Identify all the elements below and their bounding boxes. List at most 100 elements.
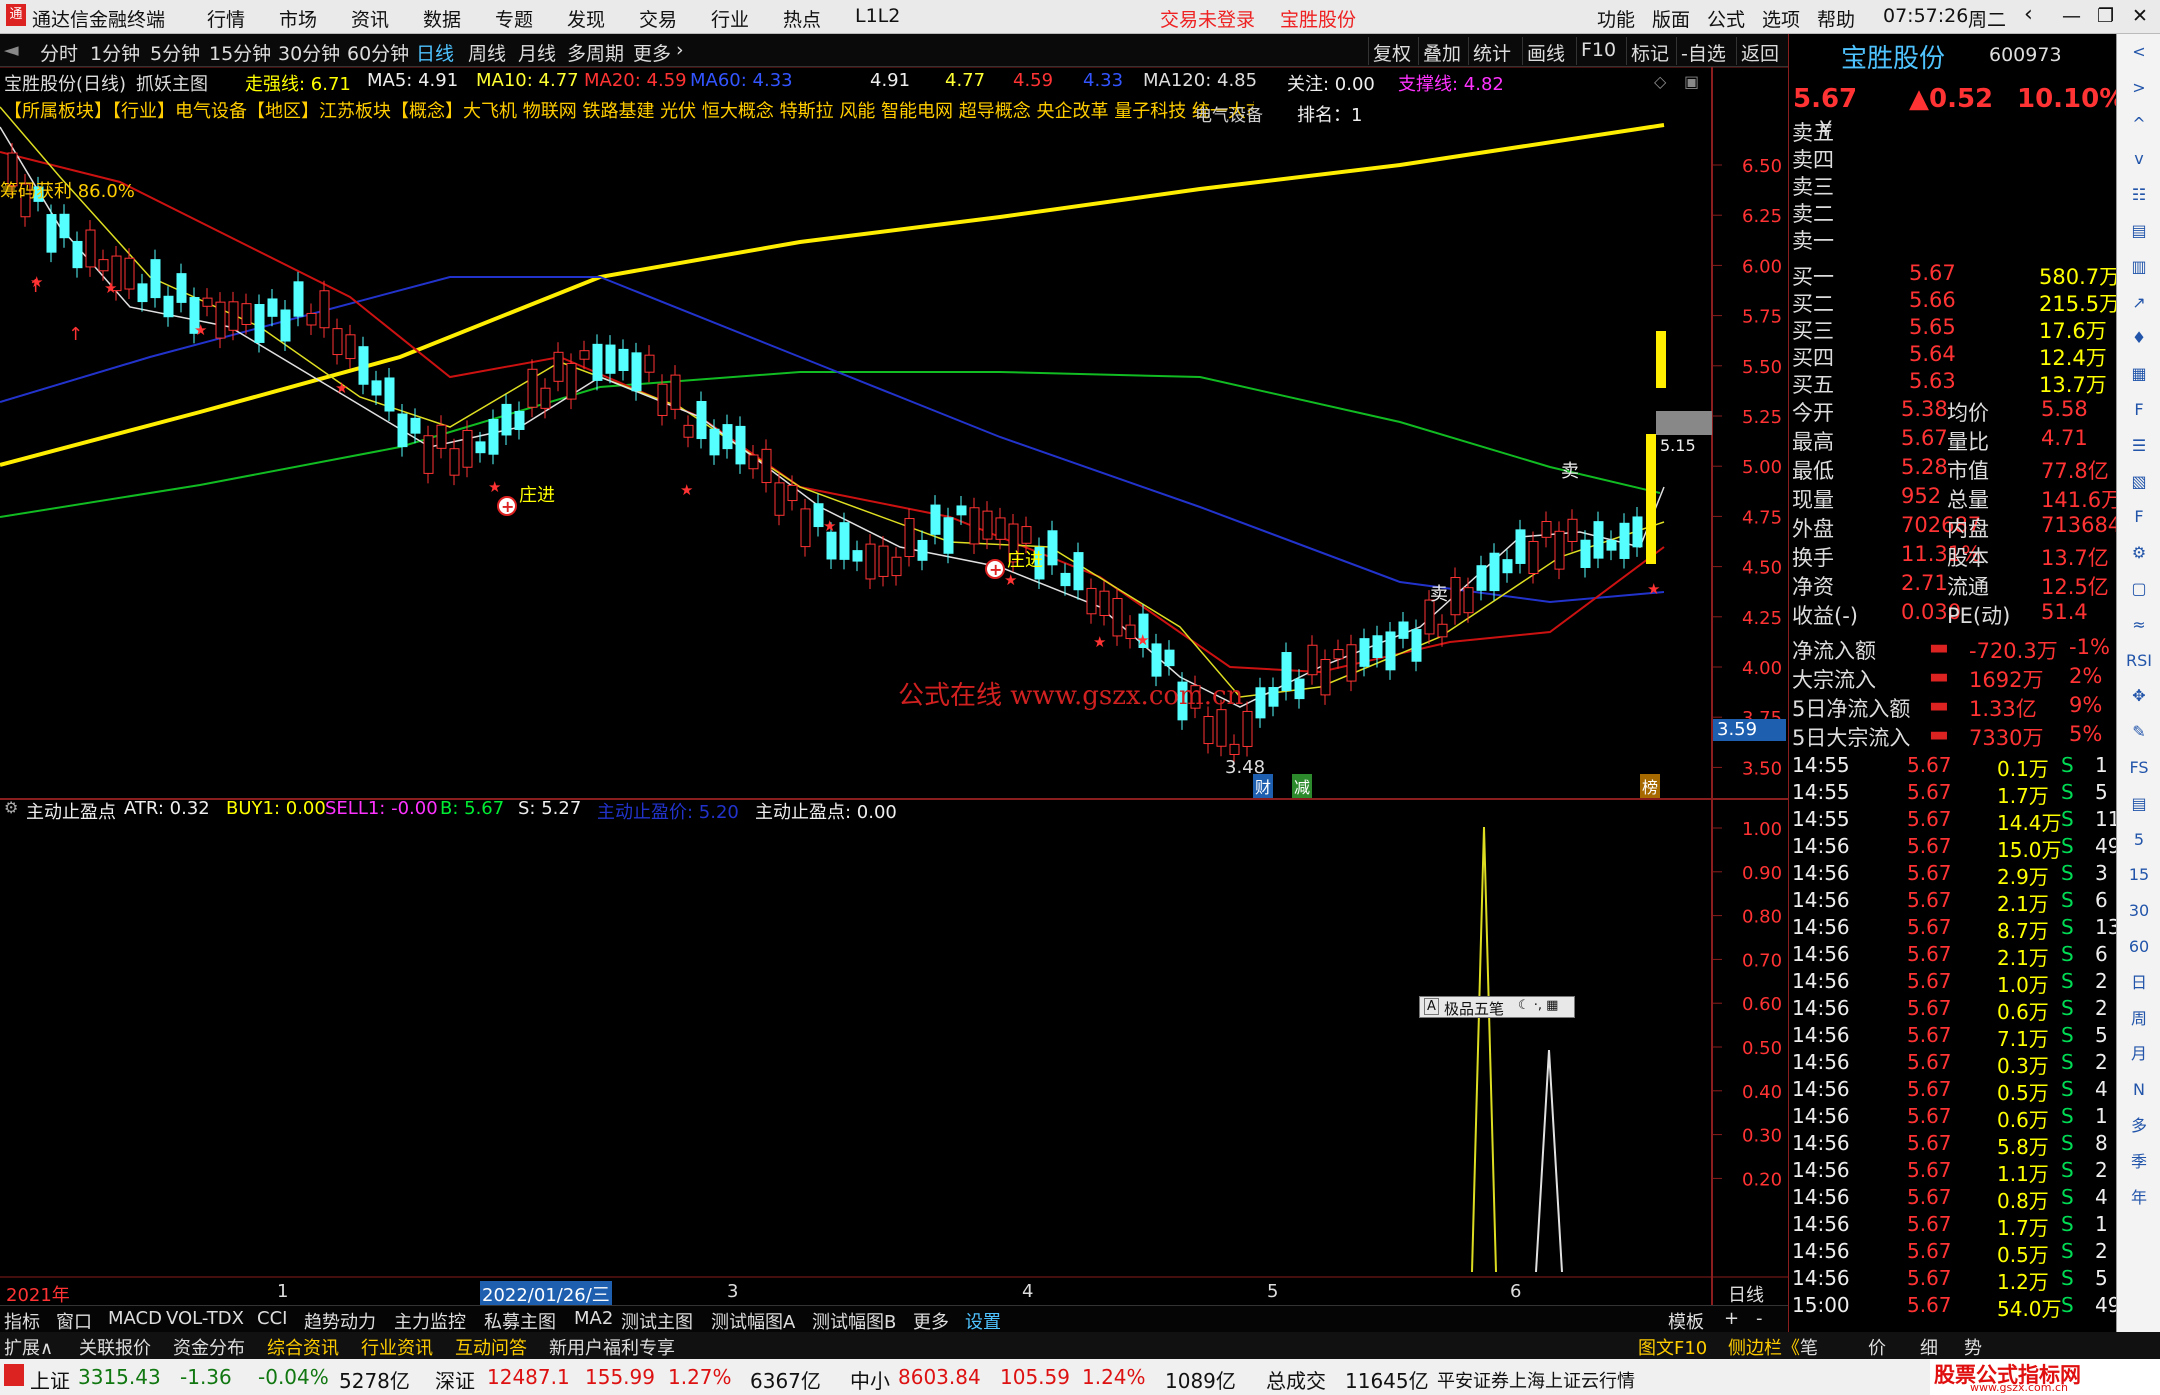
sidebar-icon[interactable]: 季 (2123, 1148, 2155, 1176)
candle-body[interactable] (462, 429, 473, 468)
candle-body[interactable] (1255, 687, 1266, 719)
candle-body[interactable] (254, 304, 265, 343)
sidebar-icon[interactable]: RSI (2123, 647, 2155, 675)
sidebar-icon[interactable]: F (2123, 503, 2155, 531)
candle-body[interactable] (163, 295, 174, 318)
period-5min[interactable]: 5分钟 (150, 39, 200, 66)
candle-body[interactable] (995, 517, 1006, 540)
candle-body[interactable] (527, 368, 538, 408)
buy-level[interactable]: 买三 5.65 17.6万 (1789, 314, 2117, 343)
candle-body[interactable] (1307, 644, 1318, 676)
indicator-tab[interactable]: 趋势动力 (304, 1308, 376, 1334)
buy-level[interactable]: 买二 5.66 215.5万 (1789, 287, 2120, 316)
candles[interactable] (7, 143, 1643, 765)
candle-body[interactable] (618, 348, 629, 372)
sidebar-icon[interactable]: ☷ (2123, 181, 2155, 209)
sidebar-icon[interactable]: ≈ (2123, 611, 2155, 639)
indicator-tab[interactable]: 设置 (965, 1308, 1001, 1334)
candle-body[interactable] (384, 377, 395, 412)
candle-body[interactable] (631, 352, 642, 392)
tick-row[interactable]: 14:55 5.67 14.4万 S 11 (1789, 806, 2120, 835)
candle-body[interactable] (397, 413, 408, 448)
candle-body[interactable] (1476, 565, 1487, 591)
candle-body[interactable] (735, 425, 746, 465)
candle-body[interactable] (59, 213, 70, 239)
candle-body[interactable] (709, 428, 720, 456)
tick-row[interactable]: 15:00 5.67 54.0万 S 49 (1789, 1292, 2120, 1321)
sidebar-icon[interactable]: ▥ (2123, 253, 2155, 281)
indicator-tab[interactable]: 主力监控 (394, 1308, 466, 1334)
sell-level[interactable]: 卖四 (1789, 143, 2117, 172)
indicator-tab[interactable]: VOL-TDX (166, 1308, 244, 1329)
period-more[interactable]: 更多 (633, 39, 671, 66)
candle-body[interactable] (371, 380, 382, 396)
candle-body[interactable] (176, 273, 187, 303)
candle-body[interactable] (930, 504, 941, 535)
back-icon[interactable]: ‹ (2024, 2, 2033, 27)
sidebar-icon[interactable]: 60 (2123, 933, 2155, 961)
candle-body[interactable] (1580, 539, 1591, 568)
candle-body[interactable] (1632, 516, 1643, 548)
ext-tab[interactable]: 互动问答 (455, 1334, 527, 1360)
candle-body[interactable] (98, 259, 109, 272)
tick-row[interactable]: 14:56 5.67 2.1万 S 6 (1789, 887, 2117, 916)
side-tab[interactable]: 图文F10 (1638, 1334, 1707, 1360)
sidebar-icon[interactable]: 月 (2123, 1040, 2155, 1068)
tick-row[interactable]: 14:56 5.67 0.6万 S 2 (1789, 995, 2117, 1024)
candle-body[interactable] (644, 354, 655, 373)
candle-body[interactable] (761, 448, 772, 484)
tick-row[interactable]: 14:56 5.67 0.8万 S 4 (1789, 1184, 2117, 1213)
menu-bangzhu[interactable]: 帮助 (1817, 5, 1855, 32)
candle-body[interactable] (592, 343, 603, 381)
candle-body[interactable] (514, 410, 525, 430)
candle-body[interactable] (956, 505, 967, 516)
tick-row[interactable]: 14:56 5.67 1.1万 S 2 (1789, 1157, 2117, 1186)
candle-body[interactable] (540, 387, 551, 409)
buy-level[interactable]: 买一 5.67 580.7万 (1789, 260, 2120, 289)
candle-body[interactable] (1203, 716, 1214, 745)
candle-body[interactable] (1125, 624, 1136, 640)
template-tab[interactable]: - (1756, 1308, 1763, 1329)
candle-body[interactable] (1099, 590, 1110, 617)
candle-body[interactable] (150, 259, 161, 299)
candle-body[interactable] (800, 508, 811, 548)
subchart-settings-icon[interactable]: ⚙ (4, 798, 18, 817)
candle-body[interactable] (423, 435, 434, 474)
candle-body[interactable] (813, 503, 824, 528)
candle-body[interactable] (1593, 521, 1604, 559)
reduce-marker[interactable]: 减 (1292, 774, 1313, 798)
sidebar-icon[interactable]: > (2123, 74, 2155, 102)
btn-zixuan[interactable]: -自选 (1676, 37, 1730, 65)
buy-level[interactable]: 买五 5.63 13.7万 (1789, 368, 2117, 397)
sell-level[interactable]: 卖三 (1789, 170, 2117, 199)
candle-body[interactable] (228, 301, 239, 331)
candle-body[interactable] (1463, 587, 1474, 614)
sidebar-icon[interactable]: 5 (2123, 826, 2155, 854)
ime-moon-icon[interactable]: ☾ ·, ▦ (1518, 998, 1558, 1013)
candle-body[interactable] (1359, 638, 1370, 667)
indicator-tab[interactable]: 测试主图 (621, 1308, 693, 1334)
indicator-tab[interactable]: MA2 (574, 1308, 613, 1329)
sidebar-icon[interactable]: ▢ (2123, 575, 2155, 603)
period-multi[interactable]: 多周期 (567, 39, 624, 66)
candle-body[interactable] (124, 257, 135, 290)
candle-body[interactable] (1502, 559, 1513, 574)
period-30min[interactable]: 30分钟 (278, 39, 340, 66)
tick-row[interactable]: 14:55 5.67 0.1万 S 1 (1789, 752, 2117, 781)
menu-shichang[interactable]: 市场 (279, 5, 317, 32)
indicator-tab[interactable]: 私募主图 (484, 1308, 556, 1334)
candle-body[interactable] (774, 482, 785, 516)
candle-body[interactable] (566, 362, 577, 400)
tick-row[interactable]: 14:56 5.67 0.5万 S 4 (1789, 1076, 2117, 1105)
indicator-tab[interactable]: 更多 (913, 1308, 949, 1334)
candle-body[interactable] (605, 344, 616, 374)
candle-body[interactable] (1112, 598, 1123, 637)
limit-up-candle-1[interactable] (1656, 331, 1666, 388)
billboard-marker[interactable]: 榜 (1640, 774, 1661, 798)
sidebar-icon[interactable]: ✥ (2123, 682, 2155, 710)
ext-tab[interactable]: 资金分布 (173, 1334, 245, 1360)
close-icon[interactable]: ✕ (2132, 5, 2148, 27)
period-15min[interactable]: 15分钟 (209, 39, 271, 66)
candle-body[interactable] (982, 510, 993, 540)
candle-body[interactable] (215, 301, 226, 339)
